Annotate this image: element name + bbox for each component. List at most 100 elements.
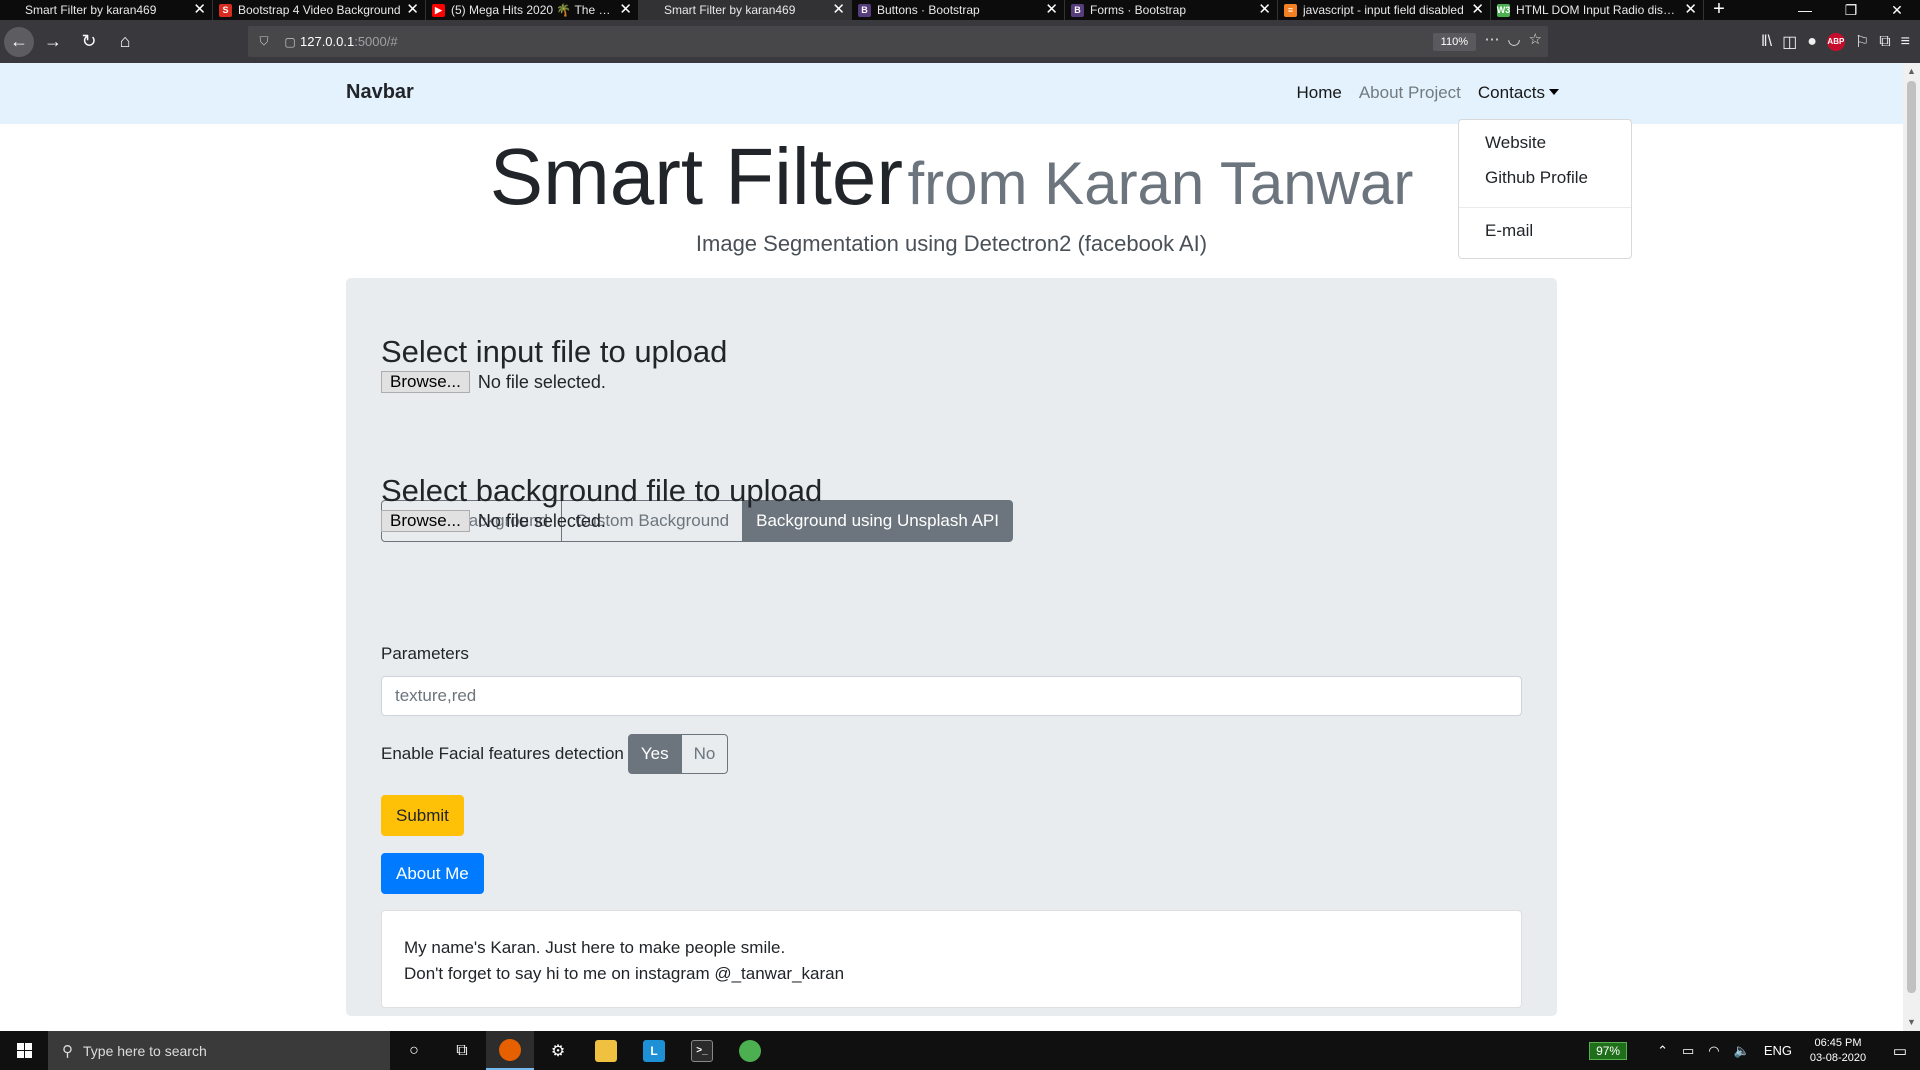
window-controls: — ❐ ✕ [1782,0,1920,20]
reload-icon[interactable]: ↻ [72,25,106,59]
tab-close-icon[interactable]: ✕ [832,0,845,20]
browser-tab[interactable]: Smart Filter by karan469 ✕ [0,0,213,20]
page-viewport: Navbar Home About Project Contacts Websi… [0,63,1903,1031]
browser-tab[interactable]: ≡ javascript - input field disabled ✕ [1278,0,1491,20]
dropdown-github[interactable]: Github Profile [1485,168,1588,188]
dropdown-email[interactable]: E-mail [1485,221,1533,241]
language-indicator[interactable]: ENG [1764,1043,1792,1058]
browser-tab[interactable]: Smart Filter by karan469 ✕ [639,0,852,20]
browser-tab[interactable]: ▶ (5) Mega Hits 2020 🌴 The Best ✕ [426,0,639,20]
forward-icon[interactable]: → [36,25,70,59]
bg-browse-button[interactable]: Browse... [381,510,470,532]
extension-icon[interactable]: ⚐ [1855,32,1869,52]
parameters-input[interactable] [381,676,1522,716]
windows-logo-icon [16,1043,32,1058]
submit-button[interactable]: Submit [381,795,464,836]
dropdown-website[interactable]: Website [1485,133,1546,153]
nav-contacts-dropdown[interactable]: Contacts [1478,83,1559,103]
tab-close-icon[interactable]: ✕ [406,0,419,20]
volume-icon[interactable]: 🔈 [1734,1043,1750,1059]
face-detection-row: Enable Facial features detection Yes No [381,734,729,774]
firefox-taskbar-icon[interactable] [486,1031,534,1070]
zoom-indicator[interactable]: 110% [1432,33,1476,51]
caret-down-icon [1549,89,1559,95]
library-icon[interactable]: ‖\ [1761,33,1772,51]
close-window-button[interactable]: ✕ [1874,0,1920,20]
tray-chevron-icon[interactable]: ⌃ [1657,1043,1668,1059]
taskbar-search[interactable]: ⚲ Type here to search [48,1031,390,1070]
scroll-thumb[interactable] [1907,81,1916,993]
browser-tab[interactable]: S Bootstrap 4 Video Background ✕ [213,0,426,20]
settings-taskbar-icon[interactable]: ⚙ [534,1031,582,1070]
notifications-icon[interactable]: ▭ [1880,1042,1920,1060]
browser-tab[interactable]: B Forms · Bootstrap ✕ [1065,0,1278,20]
face-no-button[interactable]: No [680,734,729,774]
scroll-down-icon[interactable]: ▼ [1903,1014,1920,1031]
l-app-icon[interactable]: L [630,1031,678,1070]
form-panel: Select input file to upload Browse... No… [346,278,1557,1016]
input-file-heading: Select input file to upload [381,334,728,369]
power-icon[interactable]: ▭ [1682,1043,1694,1059]
nav-links: Home About Project Contacts [1296,83,1559,103]
adblock-icon[interactable]: ABP [1826,32,1845,51]
pocket-icon[interactable]: ◡ [1507,30,1520,48]
start-button[interactable] [0,1031,48,1070]
globe-app-icon[interactable] [726,1031,774,1070]
nav-home-link[interactable]: Home [1296,83,1341,103]
tab-favicon-icon: ≡ [1284,3,1297,17]
terminal-prompt-icon: >_ [691,1039,713,1062]
tab-close-icon[interactable]: ✕ [1684,0,1697,20]
url-bar[interactable]: ⛉ ▢ 127.0.0.1:5000/# 110% ⋯ ◡ ☆ [248,26,1548,57]
tab-favicon-icon: ▶ [432,3,445,17]
scroll-up-icon[interactable]: ▲ [1903,63,1920,80]
input-file-status: No file selected. [477,371,606,392]
navbar-brand[interactable]: Navbar [346,81,414,104]
page-scrollbar[interactable]: ▲ ▼ [1903,63,1920,1031]
bg-file-status: No file selected. [477,510,606,531]
terminal-icon[interactable]: >_ [678,1031,726,1070]
screenshot-icon[interactable]: ⧉ [1879,33,1890,51]
tab-close-icon[interactable]: ✕ [1258,0,1271,20]
wifi-icon[interactable]: ◠ [1708,1043,1719,1059]
sidebar-icon[interactable]: ◫ [1782,32,1797,52]
tab-favicon-icon [6,3,19,17]
nav-about-project-link[interactable]: About Project [1359,83,1461,103]
taskbar-clock[interactable]: 06:45 PM 03-08-2020 [1806,1036,1870,1066]
tab-close-icon[interactable]: ✕ [1471,0,1484,20]
page-info-icon[interactable]: ▢ [280,35,300,49]
windows-taskbar: ⚲ Type here to search ○ ⧉ ⚙ L >_ 97% ⌃ ▭… [0,1031,1920,1070]
tab-favicon-icon: B [858,3,871,17]
shield-icon[interactable]: ⛉ [254,34,274,49]
browser-tab-strip: Smart Filter by karan469 ✕ S Bootstrap 4 Vi… [0,0,1920,20]
browser-tab[interactable]: B Buttons · Bootstrap ✕ [852,0,1065,20]
tab-close-icon[interactable]: ✕ [193,0,206,20]
clock-time: 06:45 PM [1814,1036,1862,1049]
battery-indicator[interactable]: 97% [1589,1041,1628,1060]
bookmark-star-icon[interactable]: ☆ [1529,30,1542,48]
browser-tab[interactable]: W3 HTML DOM Input Radio disabled ✕ [1491,0,1704,20]
home-icon[interactable]: ⌂ [108,25,142,59]
tab-close-icon[interactable]: ✕ [619,0,632,20]
tab-close-icon[interactable]: ✕ [1045,0,1058,20]
contacts-dropdown-menu: Website Github Profile E-mail [1458,119,1632,259]
tab-title: Smart Filter by karan469 [25,3,157,17]
minimize-button[interactable]: — [1782,0,1828,20]
folder-icon [595,1039,617,1062]
input-browse-button[interactable]: Browse... [381,371,470,393]
account-icon[interactable]: ● [1807,33,1817,51]
firefox-icon [499,1038,521,1061]
tab-favicon-icon [645,3,658,17]
about-me-button[interactable]: About Me [381,853,484,894]
tab-title: javascript - input field disabled [1303,3,1464,17]
file-explorer-icon[interactable] [582,1031,630,1070]
menu-icon[interactable]: ≡ [1901,33,1910,51]
url-host: 127.0.0.1 [300,34,355,49]
page-actions-icon[interactable]: ⋯ [1484,30,1499,48]
system-tray: 97% ⌃ ▭ ◠ 🔈 ENG 06:45 PM 03-08-2020 ▭ [1589,1031,1920,1070]
back-icon[interactable]: ← [4,26,34,57]
task-view-icon[interactable]: ⧉ [438,1031,486,1070]
cortana-icon[interactable]: ○ [390,1031,438,1070]
face-yes-button[interactable]: Yes [627,734,682,774]
restore-button[interactable]: ❐ [1828,0,1874,20]
new-tab-button[interactable]: + [1704,0,1734,20]
